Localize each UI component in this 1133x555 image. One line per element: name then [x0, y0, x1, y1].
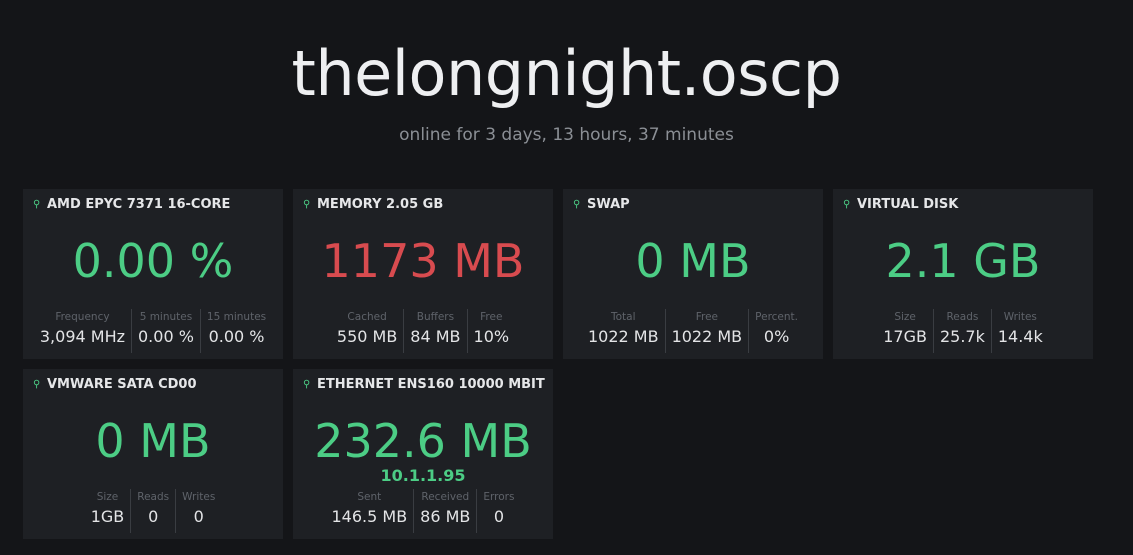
stat-label: Cached	[347, 311, 387, 323]
uptime-text: online for 3 days, 13 hours, 37 minutes	[399, 125, 734, 145]
cdrom-card: ⚲ VMWARE SATA CD00 0 MB Size 1GB Reads 0 …	[23, 369, 283, 539]
stat-free: Free 1022 MB	[664, 309, 749, 353]
cdrom-stats: Size 1GB Reads 0 Writes 0	[23, 489, 283, 533]
cpu-usage-value: 0.00 %	[72, 234, 234, 288]
stat-label: Sent	[357, 491, 382, 503]
stat-label: Reads	[946, 311, 979, 323]
stat-received: Received 86 MB	[413, 489, 476, 533]
swap-card: ⚲ SWAP 0 MB Total 1022 MB Free 1022 MB Pe…	[563, 189, 823, 359]
stat-value: 1GB	[90, 507, 125, 526]
stat-value: 17GB	[883, 327, 927, 346]
stat-value: 25.7k	[939, 327, 985, 346]
stat-value: 146.5 MB	[331, 507, 408, 526]
card-title: ⚲ VMWARE SATA CD00	[33, 375, 197, 395]
pin-icon: ⚲	[33, 379, 41, 390]
stat-value: 1022 MB	[671, 327, 743, 346]
disk-stats: Size 17GB Reads 25.7k Writes 14.4k	[833, 309, 1093, 353]
stat-size: Size 17GB	[877, 309, 933, 353]
stat-value: 86 MB	[420, 507, 471, 526]
memory-stats: Cached 550 MB Buffers 84 MB Free 10%	[293, 309, 553, 353]
network-total-value: 232.6 MB	[314, 414, 532, 468]
card-title: ⚲ MEMORY 2.05 GB	[303, 195, 443, 215]
card-title: ⚲ SWAP	[573, 195, 630, 215]
stat-label: Size	[96, 491, 119, 503]
card-title: ⚲ AMD EPYC 7371 16-CORE	[33, 195, 230, 215]
ip-address: 10.1.1.95	[380, 466, 466, 485]
stat-15-minutes: 15 minutes 0.00 %	[199, 309, 272, 353]
card-title-text: ETHERNET ENS160 10000 MBIT	[317, 377, 545, 392]
stat-label: Free	[480, 311, 503, 323]
stat-value: 0	[148, 507, 159, 526]
card-title: ⚲ VIRTUAL DISK	[843, 195, 958, 215]
card-title: ⚲ ETHERNET ENS160 10000 MBIT	[303, 375, 545, 395]
stat-value: 0%	[763, 327, 790, 346]
stat-sent: Sent 146.5 MB	[326, 489, 414, 533]
stat-label: Frequency	[55, 311, 110, 323]
pin-icon: ⚲	[573, 199, 581, 210]
stat-label: Writes	[182, 491, 216, 503]
cpu-stats: Frequency 3,094 MHz 5 minutes 0.00 % 15 …	[23, 309, 283, 353]
pin-icon: ⚲	[843, 199, 851, 210]
swap-used-value: 0 MB	[635, 234, 751, 288]
ethernet-card: ⚲ ETHERNET ENS160 10000 MBIT 232.6 MB 10.…	[293, 369, 553, 539]
stat-label: 5 minutes	[139, 311, 193, 323]
stat-writes: Writes 14.4k	[990, 309, 1049, 353]
stat-label: Writes	[1003, 311, 1037, 323]
stat-value: 3,094 MHz	[39, 327, 125, 346]
card-title-text: VIRTUAL DISK	[857, 197, 959, 212]
stat-buffers: Buffers 84 MB	[403, 309, 466, 353]
pin-icon: ⚲	[303, 379, 311, 390]
card-title-text: MEMORY 2.05 GB	[317, 197, 444, 212]
network-stats: Sent 146.5 MB Received 86 MB Errors 0	[293, 489, 553, 533]
stat-frequency: Frequency 3,094 MHz	[34, 309, 131, 353]
stat-value: 0.00 %	[138, 327, 194, 346]
stat-value: 10%	[473, 327, 510, 346]
stat-free: Free 10%	[466, 309, 516, 353]
stat-value: 0	[193, 507, 204, 526]
stat-total: Total 1022 MB	[582, 309, 665, 353]
pin-icon: ⚲	[303, 199, 311, 210]
stat-label: Total	[611, 311, 636, 323]
disk-used-value: 2.1 GB	[885, 234, 1041, 288]
pin-icon: ⚲	[33, 199, 41, 210]
stat-errors: Errors 0	[476, 489, 520, 533]
virtual-disk-card: ⚲ VIRTUAL DISK 2.1 GB Size 17GB Reads 25.…	[833, 189, 1093, 359]
stat-percent: Percent. 0%	[748, 309, 804, 353]
stat-label: Buffers	[416, 311, 455, 323]
card-title-text: VMWARE SATA CD00	[47, 377, 197, 392]
stat-reads: Reads 0	[130, 489, 175, 533]
stat-value: 0	[493, 507, 505, 526]
memory-card: ⚲ MEMORY 2.05 GB 1173 MB Cached 550 MB Bu…	[293, 189, 553, 359]
stat-value: 84 MB	[410, 327, 461, 346]
card-title-text: SWAP	[587, 197, 630, 212]
stat-label: Errors	[483, 491, 515, 503]
memory-used-value: 1173 MB	[321, 234, 525, 288]
stat-value: 1022 MB	[587, 327, 659, 346]
stat-value: 0.00 %	[208, 327, 265, 346]
stat-reads: Reads 25.7k	[932, 309, 991, 353]
cpu-card: ⚲ AMD EPYC 7371 16-CORE 0.00 % Frequency …	[23, 189, 283, 359]
stat-label: Received	[421, 491, 470, 503]
stat-writes: Writes 0	[175, 489, 221, 533]
stat-label: Percent.	[755, 311, 799, 323]
stat-label: Free	[695, 311, 718, 323]
stat-5-minutes: 5 minutes 0.00 %	[131, 309, 200, 353]
stat-cached: Cached 550 MB	[331, 309, 403, 353]
swap-stats: Total 1022 MB Free 1022 MB Percent. 0%	[563, 309, 823, 353]
stat-value: 550 MB	[336, 327, 398, 346]
card-title-text: AMD EPYC 7371 16-CORE	[47, 197, 231, 212]
stat-size: Size 1GB	[85, 489, 131, 533]
cdrom-used-value: 0 MB	[95, 414, 211, 468]
stat-value: 14.4k	[997, 327, 1043, 346]
hostname-title: thelongnight.oscp	[291, 37, 842, 110]
stat-label: Reads	[137, 491, 170, 503]
stat-label: Size	[894, 311, 916, 323]
stat-label: 15 minutes	[206, 311, 267, 323]
